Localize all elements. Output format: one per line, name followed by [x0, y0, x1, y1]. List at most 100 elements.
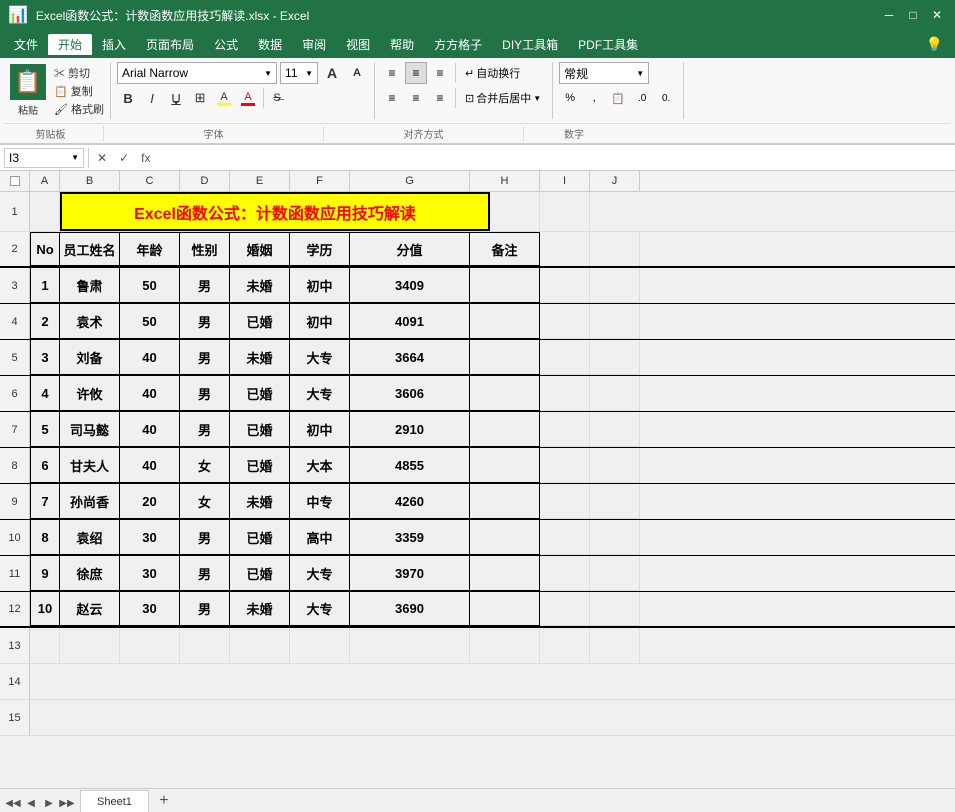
cut-button[interactable]: ✂ 剪切 — [54, 65, 104, 81]
cell-E9[interactable]: 未婚 — [230, 484, 290, 519]
sheet-nav-right[interactable]: ▶▶ — [58, 794, 76, 812]
confirm-formula-button[interactable]: ✓ — [115, 151, 133, 165]
cell-G10[interactable]: 3359 — [350, 520, 470, 555]
cell-F10[interactable]: 高中 — [290, 520, 350, 555]
cell-J3[interactable] — [590, 268, 640, 303]
cell-E10[interactable]: 已婚 — [230, 520, 290, 555]
text-left-button[interactable]: ≡ — [381, 87, 403, 109]
copy-button[interactable]: 📋 复制 — [54, 83, 104, 99]
cell-G12[interactable]: 3690 — [350, 592, 470, 626]
currency-button[interactable]: % — [559, 87, 581, 109]
cell-B4[interactable]: 袁术 — [60, 304, 120, 339]
cell-D4[interactable]: 男 — [180, 304, 230, 339]
cell-A10[interactable]: 8 — [30, 520, 60, 555]
row-num-10[interactable]: 10 — [0, 520, 30, 555]
cell-A9[interactable]: 7 — [30, 484, 60, 519]
row-num-9[interactable]: 9 — [0, 484, 30, 519]
function-button[interactable]: fx — [137, 151, 154, 165]
font-size-selector[interactable]: 11 ▼ — [280, 62, 318, 84]
cell-A6[interactable]: 4 — [30, 376, 60, 411]
add-sheet-button[interactable]: + — [153, 790, 175, 812]
menu-home[interactable]: 开始 — [48, 34, 92, 55]
cell-D5[interactable]: 男 — [180, 340, 230, 375]
cell-H5[interactable] — [470, 340, 540, 375]
cell-H10[interactable] — [470, 520, 540, 555]
col-header-D[interactable]: D — [180, 171, 230, 191]
align-top-button[interactable]: ≡ — [381, 62, 403, 84]
sheet-nav-left[interactable]: ◀◀ — [4, 794, 22, 812]
border-button[interactable]: ⊞ — [189, 87, 211, 109]
font-name-selector[interactable]: Arial Narrow ▼ — [117, 62, 277, 84]
cell-J10[interactable] — [590, 520, 640, 555]
cell-E3[interactable]: 未婚 — [230, 268, 290, 303]
cell-B11[interactable]: 徐庶 — [60, 556, 120, 591]
cell-J12[interactable] — [590, 592, 640, 626]
cell-E4[interactable]: 已婚 — [230, 304, 290, 339]
cell-H6[interactable] — [470, 376, 540, 411]
cell-B5[interactable]: 刘备 — [60, 340, 120, 375]
cell-A11[interactable]: 9 — [30, 556, 60, 591]
align-middle-button[interactable]: ≡ — [405, 62, 427, 84]
align-bottom-button[interactable]: ≡ — [429, 62, 451, 84]
cell-E12[interactable]: 未婚 — [230, 592, 290, 626]
cell-H12[interactable] — [470, 592, 540, 626]
cell-D6[interactable]: 男 — [180, 376, 230, 411]
col-header-H[interactable]: H — [470, 171, 540, 191]
cell-F6[interactable]: 大专 — [290, 376, 350, 411]
cell-G7[interactable]: 2910 — [350, 412, 470, 447]
menu-view[interactable]: 视图 — [336, 34, 380, 55]
cell-I12[interactable] — [540, 592, 590, 626]
cell-B3[interactable]: 鲁肃 — [60, 268, 120, 303]
row-num-6[interactable]: 6 — [0, 376, 30, 411]
strikethrough-button[interactable]: S̶ — [263, 87, 291, 109]
sheet-nav-prev[interactable]: ◀ — [22, 794, 40, 812]
cell-H2[interactable]: 备注 — [470, 232, 540, 266]
format-painter-button[interactable]: 🖌 格式刷 — [54, 101, 104, 117]
cell-F11[interactable]: 大专 — [290, 556, 350, 591]
font-color-button[interactable]: A — [237, 87, 259, 109]
cell-A4[interactable]: 2 — [30, 304, 60, 339]
menu-data[interactable]: 数据 — [248, 34, 292, 55]
cell-E8[interactable]: 已婚 — [230, 448, 290, 483]
cell-reference-box[interactable]: I3 ▼ — [4, 148, 84, 168]
col-header-B[interactable]: B — [60, 171, 120, 191]
cell-C6[interactable]: 40 — [120, 376, 180, 411]
cell-C7[interactable]: 40 — [120, 412, 180, 447]
cell-E2[interactable]: 婚姻 — [230, 232, 290, 266]
cell-J8[interactable] — [590, 448, 640, 483]
cell-G9[interactable]: 4260 — [350, 484, 470, 519]
menu-review[interactable]: 审阅 — [292, 34, 336, 55]
italic-button[interactable]: I — [141, 87, 163, 109]
row-num-3[interactable]: 3 — [0, 268, 30, 303]
cell-E6[interactable]: 已婚 — [230, 376, 290, 411]
cell-B2[interactable]: 员工姓名 — [60, 232, 120, 266]
cell-H8[interactable] — [470, 448, 540, 483]
cell-G8[interactable]: 4855 — [350, 448, 470, 483]
cell-C11[interactable]: 30 — [120, 556, 180, 591]
wrap-text-button[interactable]: ↵ 自动换行 — [460, 63, 525, 83]
cell-A12[interactable]: 10 — [30, 592, 60, 626]
cell-G4[interactable]: 4091 — [350, 304, 470, 339]
increase-decimal-button[interactable]: .0 — [631, 87, 653, 109]
cell-F12[interactable]: 大专 — [290, 592, 350, 626]
cell-H9[interactable] — [470, 484, 540, 519]
cell-H4[interactable] — [470, 304, 540, 339]
bold-button[interactable]: B — [117, 87, 139, 109]
cell-C5[interactable]: 40 — [120, 340, 180, 375]
increase-font-button[interactable]: A — [321, 62, 343, 84]
text-center-button[interactable]: ≡ — [405, 87, 427, 109]
cell-C12[interactable]: 30 — [120, 592, 180, 626]
col-header-E[interactable]: E — [230, 171, 290, 191]
decrease-decimal-button[interactable]: 0. — [655, 87, 677, 109]
cell-F2[interactable]: 学历 — [290, 232, 350, 266]
cell-E11[interactable]: 已婚 — [230, 556, 290, 591]
cell-A3[interactable]: 1 — [30, 268, 60, 303]
cell-D10[interactable]: 男 — [180, 520, 230, 555]
menu-insert[interactable]: 插入 — [92, 34, 136, 55]
menu-formulas[interactable]: 公式 — [204, 34, 248, 55]
cell-B12[interactable]: 赵云 — [60, 592, 120, 626]
menu-pdf[interactable]: PDF工具集 — [568, 34, 648, 55]
cell-H7[interactable] — [470, 412, 540, 447]
cell-I11[interactable] — [540, 556, 590, 591]
menu-help[interactable]: 帮助 — [380, 34, 424, 55]
